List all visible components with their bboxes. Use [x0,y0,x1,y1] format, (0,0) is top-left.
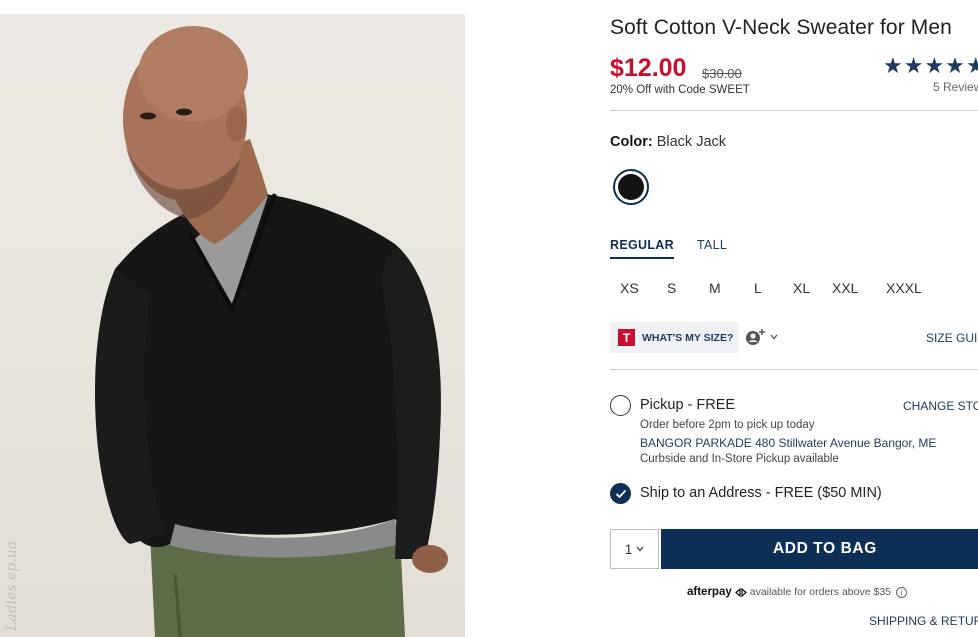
size-option[interactable]: XXL [832,280,858,296]
size-option[interactable]: XS [620,280,639,296]
tab-regular[interactable]: REGULAR [610,238,674,259]
afterpay-message: afterpay available for orders above $35 … [687,586,908,598]
divider [610,110,978,111]
color-value: Black Jack [656,134,727,150]
size-option[interactable]: XL [793,280,810,296]
quantity-value: 1 [624,541,633,557]
swatch-fill [618,174,644,200]
sale-price: $12.00 [610,54,687,82]
shipping-returns-link[interactable]: SHIPPING & RETURNS [869,614,978,628]
chevron-down-icon [636,546,644,552]
size-guide-link[interactable]: SIZE GUIDE [926,331,978,345]
user-plus-icon [746,329,765,345]
ship-label: Ship to an Address - FREE ($50 MIN) [640,485,882,501]
size-option[interactable]: L [754,280,762,296]
color-swatch-black-jack[interactable] [613,169,649,205]
size-option[interactable]: M [709,280,721,296]
size-option[interactable]: S [667,280,676,296]
rating-stars[interactable]: ★★★★★ [883,53,978,79]
product-info-panel: Soft Cotton V-Neck Sweater for Men $12.0… [610,0,978,637]
model-illustration [95,26,448,637]
tab-tall[interactable]: TALL [697,238,727,257]
photo-watermark: Ladies ep.ua [4,540,20,631]
product-page: Ladies ep.ua Soft Cotton V-Neck Sweater … [0,0,978,637]
pickup-radio[interactable] [610,395,631,416]
whats-my-size-button[interactable]: T WHAT'S MY SIZE? [610,322,738,353]
divider [610,369,978,370]
promo-text: 20% Off with Code SWEET [610,84,750,96]
true-fit-logo: T [618,329,635,346]
afterpay-text: available for orders above $35 [749,586,892,598]
color-label-row: Color: Black Jack [610,134,726,150]
pickup-note: Order before 2pm to pick up today [640,419,815,431]
reviews-link[interactable]: 5 Reviews [933,80,978,94]
add-to-bag-button[interactable]: ADD TO BAG [661,529,978,569]
ship-radio[interactable] [610,483,631,504]
store-address-link[interactable]: BANGOR PARKADE 480 Stillwater Avenue Ban… [640,436,936,450]
afterpay-logo: afterpay [687,586,732,598]
info-icon[interactable]: i [896,586,908,598]
pickup-availability: Curbside and In-Store Pickup available [640,453,839,465]
original-price: $30.00 [702,66,742,81]
chevron-down-icon [770,334,778,340]
size-option[interactable]: XXXL [886,280,922,296]
change-store-link[interactable]: CHANGE STORE [903,399,978,413]
size-selector: XS S M L XL XXL XXXL [610,280,978,300]
fit-profile-button[interactable] [745,328,778,346]
pickup-label: Pickup - FREE [640,397,736,413]
whats-my-size-label: WHAT'S MY SIZE? [642,331,734,344]
afterpay-arrows-icon [734,587,747,597]
quantity-select[interactable]: 1 [610,529,659,569]
color-label: Color: [610,134,653,150]
checkmark-icon [615,489,626,498]
product-photo[interactable]: Ladies ep.ua [0,14,465,637]
product-title: Soft Cotton V-Neck Sweater for Men [610,16,952,39]
